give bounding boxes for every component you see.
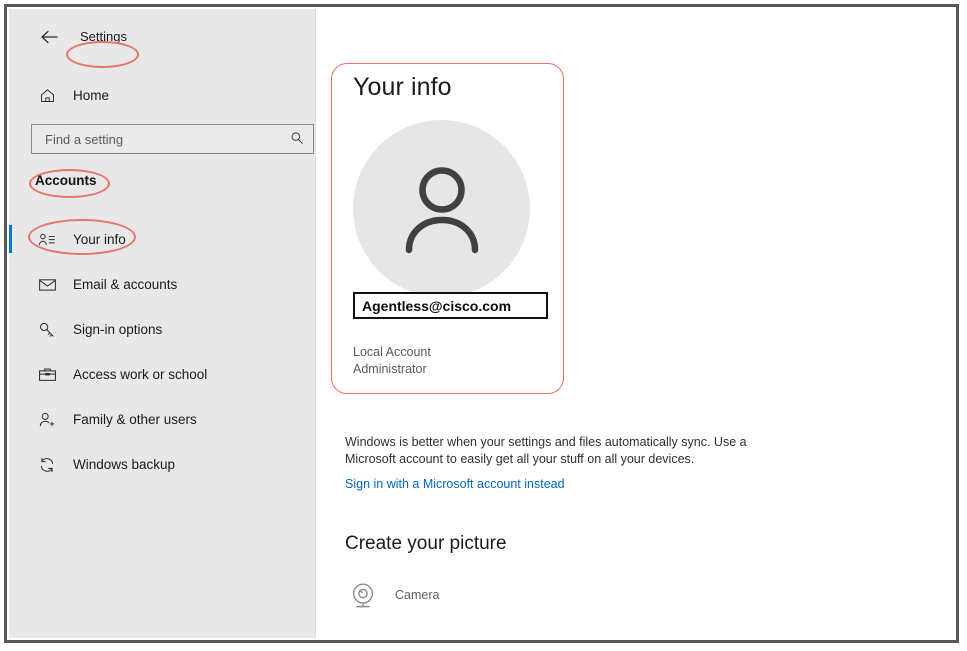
sidebar-nav-list: Your info Email & accounts Sign-in optio…	[9, 217, 315, 487]
account-email: Agentless@cisco.com	[362, 297, 512, 314]
avatar	[353, 120, 530, 297]
search-box[interactable]	[31, 124, 314, 154]
account-type: Local Account Administrator	[353, 344, 431, 378]
camera-icon	[345, 577, 381, 613]
camera-label: Camera	[395, 588, 440, 602]
home-icon	[35, 83, 59, 107]
sidebar-item-access-work-school[interactable]: Access work or school	[9, 352, 315, 397]
sign-in-microsoft-account-link[interactable]: Sign in with a Microsoft account instead	[345, 477, 565, 491]
create-picture-heading: Create your picture	[345, 533, 507, 554]
sidebar-item-home[interactable]: Home	[9, 77, 315, 113]
key-icon	[35, 318, 59, 342]
camera-option[interactable]: Camera	[345, 577, 439, 613]
your-info-icon	[35, 228, 59, 252]
sidebar-item-windows-backup[interactable]: Windows backup	[9, 442, 315, 487]
sidebar-section-heading: Accounts	[35, 173, 97, 188]
account-type-line1: Local Account	[353, 345, 431, 359]
sidebar-item-email-accounts[interactable]: Email & accounts	[9, 262, 315, 307]
sidebar-item-home-label: Home	[73, 87, 110, 103]
person-avatar-icon	[405, 166, 478, 253]
sidebar-item-your-info[interactable]: Your info	[9, 217, 315, 262]
settings-window: Settings Home Accounts	[4, 4, 959, 643]
profile-card: Your info Agentless@cisco.com Local Acco…	[331, 63, 564, 394]
selection-indicator	[9, 225, 12, 253]
back-arrow-icon[interactable]	[39, 26, 61, 48]
sidebar-item-family-other-users-label: Family & other users	[73, 412, 197, 427]
person-add-icon	[35, 408, 59, 432]
back-row: Settings	[9, 23, 315, 68]
sidebar-item-your-info-label: Your info	[73, 232, 126, 247]
account-type-line2: Administrator	[353, 362, 427, 376]
main-content: Your info Agentless@cisco.com Local Acco…	[317, 9, 954, 638]
page-title: Your info	[353, 73, 452, 101]
sidebar-item-sign-in-options[interactable]: Sign-in options	[9, 307, 315, 352]
sidebar: Settings Home Accounts	[9, 9, 316, 638]
sidebar-item-access-work-school-label: Access work or school	[73, 367, 208, 382]
envelope-icon	[35, 273, 59, 297]
search-icon[interactable]	[290, 131, 304, 150]
account-email-highlight: Agentless@cisco.com	[353, 292, 548, 319]
sync-description: Windows is better when your settings and…	[345, 435, 747, 466]
search-input[interactable]	[43, 130, 277, 148]
briefcase-icon	[35, 363, 59, 387]
sidebar-item-windows-backup-label: Windows backup	[73, 457, 176, 472]
sync-icon	[35, 453, 59, 477]
sidebar-item-email-accounts-label: Email & accounts	[73, 277, 178, 292]
app-title: Settings	[80, 29, 127, 44]
sidebar-item-sign-in-options-label: Sign-in options	[73, 322, 163, 337]
sidebar-item-family-other-users[interactable]: Family & other users	[9, 397, 315, 442]
window-inner: Settings Home Accounts	[7, 7, 956, 640]
